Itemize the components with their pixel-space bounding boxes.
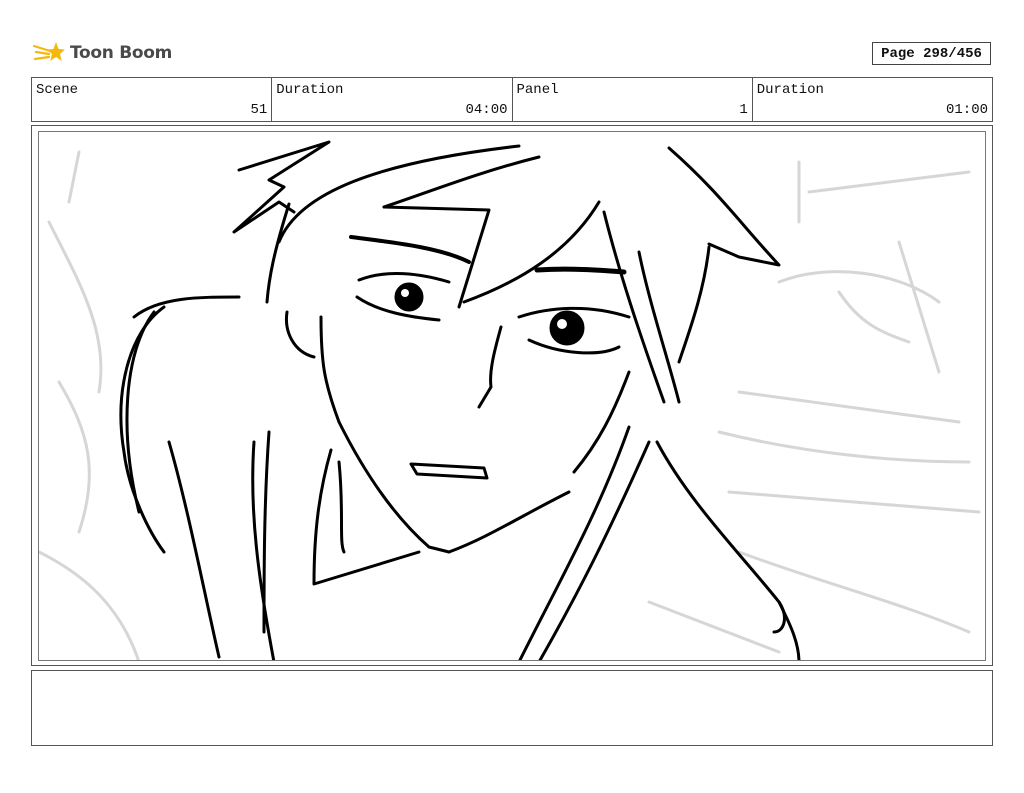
panel-label: Panel: [516, 82, 559, 98]
storyboard-sketch: [39, 140, 981, 660]
panel-duration-value: 01:00: [945, 102, 988, 118]
page-indicator: Page 298/456: [872, 42, 991, 65]
brand-name: Toon Boom: [70, 43, 173, 63]
scene-duration-cell: Duration 04:00: [272, 78, 513, 121]
toon-boom-logo: Toon Boom: [32, 36, 172, 70]
storyboard-panel-frame: [31, 125, 993, 666]
scene-cell: Scene 51: [32, 78, 273, 121]
storyboard-panel: [38, 131, 986, 661]
comet-star-icon: [32, 42, 65, 61]
panel-notes-area: [31, 670, 993, 746]
panel-duration-cell: Duration 01:00: [753, 78, 992, 121]
panel-cell: Panel 1: [513, 78, 753, 121]
scene-duration-label: Duration: [276, 82, 344, 98]
scene-duration-value: 04:00: [465, 102, 508, 118]
character-sketch: [119, 140, 801, 660]
background-sketch: [39, 150, 981, 660]
panel-value: 1: [739, 102, 748, 118]
panel-info-header: Scene 51 Duration 04:00 Panel 1 Duration…: [31, 77, 993, 122]
scene-label: Scene: [36, 82, 79, 98]
scene-value: 51: [250, 102, 268, 118]
panel-duration-label: Duration: [756, 82, 824, 98]
